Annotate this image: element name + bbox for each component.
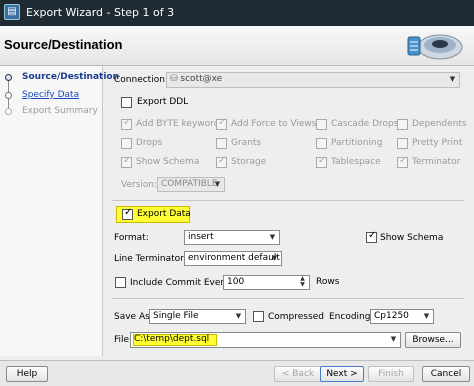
chevron-down-icon: ▼: [269, 233, 276, 241]
line-terminator-select[interactable]: environment default ▼: [184, 251, 282, 266]
nav-step-export-summary: Export Summary: [22, 106, 98, 116]
nav-step-source-destination[interactable]: Source/Destination: [22, 72, 119, 82]
export-data-checkbox[interactable]: ✓: [122, 207, 133, 220]
app-icon: ▤: [4, 4, 20, 20]
pretty-print-label: Pretty Print: [412, 138, 463, 148]
add-byte-keyword-checkbox[interactable]: ✓: [121, 117, 132, 130]
version-label: Version:: [121, 180, 158, 190]
terminator-checkbox[interactable]: ✓: [397, 155, 408, 168]
spinner-arrows-icon: ▲ ▼: [300, 275, 305, 288]
storage-checkbox[interactable]: ✓: [216, 155, 227, 168]
section-divider: [112, 200, 464, 201]
page-title: Source/Destination: [4, 37, 123, 52]
back-button[interactable]: < Back: [274, 366, 322, 382]
encoding-label: Encoding:: [329, 312, 374, 322]
export-data-label: Export Data: [137, 209, 191, 219]
format-value: insert: [188, 232, 214, 242]
include-commit-label: Include Commit Every: [130, 278, 230, 288]
ddl-show-schema-label: Show Schema: [136, 157, 200, 167]
nav-step-specify-data[interactable]: Specify Data: [22, 90, 79, 100]
data-show-schema-checkbox[interactable]: ✓: [366, 230, 377, 243]
data-show-schema-label: Show Schema: [380, 233, 444, 243]
format-label: Format:: [114, 233, 149, 243]
title-bar: ▤ Export Wizard - Step 1 of 3: [0, 0, 474, 26]
cascade-drops-checkbox[interactable]: [316, 119, 327, 130]
compressed-label: Compressed: [268, 312, 324, 322]
connection-select[interactable]: ⛁ scott@xe ▼: [166, 72, 460, 88]
commit-rows-spinner[interactable]: 100 ▲ ▼: [223, 275, 310, 290]
wizard-header: Source/Destination: [0, 26, 474, 66]
database-export-graphic-icon: [407, 34, 463, 60]
cancel-button[interactable]: Cancel: [422, 366, 470, 382]
commit-rows-value: 100: [227, 277, 245, 287]
chevron-down-icon: ▼: [449, 75, 456, 83]
connection-value: scott@xe: [180, 74, 223, 84]
help-button[interactable]: Help: [6, 366, 48, 382]
chevron-down-icon: ▼: [390, 335, 397, 343]
pretty-print-checkbox[interactable]: [397, 138, 408, 149]
chevron-down-icon: ▼: [214, 180, 221, 188]
grants-checkbox[interactable]: [216, 138, 227, 149]
rows-label: Rows: [316, 277, 340, 287]
next-button[interactable]: Next >: [320, 366, 364, 382]
add-byte-keyword-label: Add BYTE keyword: [136, 119, 220, 129]
drops-checkbox[interactable]: [121, 138, 132, 149]
window-title: Export Wizard - Step 1 of 3: [26, 6, 175, 19]
drops-label: Drops: [136, 138, 163, 148]
terminator-label: Terminator: [412, 157, 461, 167]
step-bullet-icon: [5, 92, 12, 99]
save-as-label: Save As: [114, 312, 150, 322]
dependents-checkbox[interactable]: [397, 119, 408, 130]
browse-button[interactable]: Browse...: [405, 332, 461, 348]
save-as-select[interactable]: Single File ▼: [149, 309, 246, 324]
section-divider: [112, 298, 464, 299]
save-as-value: Single File: [153, 311, 199, 321]
partitioning-checkbox[interactable]: [316, 138, 327, 149]
chevron-down-icon: ▼: [235, 312, 242, 320]
cascade-drops-label: Cascade Drops: [331, 119, 399, 129]
include-commit-checkbox[interactable]: [115, 277, 126, 288]
wizard-footer: Help < Back Next > Finish Cancel: [0, 360, 474, 386]
file-path-input[interactable]: C:\temp\dept.sql ▼: [130, 332, 401, 348]
grants-label: Grants: [231, 138, 262, 148]
chevron-down-icon: ▼: [423, 312, 430, 320]
ddl-show-schema-checkbox[interactable]: ✓: [121, 155, 132, 168]
step-current-icon: [5, 74, 12, 81]
version-value: COMPATIBLE: [161, 179, 218, 189]
chevron-down-icon: ▼: [271, 254, 278, 262]
line-terminator-label: Line Terminator:: [114, 254, 187, 264]
finish-button[interactable]: Finish: [368, 366, 414, 382]
connection-db-icon: ⛁: [170, 74, 178, 84]
add-force-to-views-checkbox[interactable]: ✓: [216, 117, 227, 130]
storage-label: Storage: [231, 157, 267, 167]
compressed-checkbox[interactable]: [253, 311, 264, 322]
tablespace-label: Tablespace: [331, 157, 381, 167]
tablespace-checkbox[interactable]: ✓: [316, 155, 327, 168]
connection-label: Connection:: [114, 75, 168, 85]
dependents-label: Dependents: [412, 119, 467, 129]
line-terminator-value: environment default: [188, 253, 280, 263]
file-path-value: C:\temp\dept.sql: [134, 334, 210, 344]
encoding-select[interactable]: Cp1250 ▼: [370, 309, 434, 324]
add-force-to-views-label: Add Force to Views: [231, 119, 317, 129]
wizard-steps-nav: Source/Destination Specify Data Export S…: [0, 66, 119, 356]
partitioning-label: Partitioning: [331, 138, 383, 148]
export-ddl-label: Export DDL: [137, 97, 189, 107]
export-ddl-checkbox[interactable]: [121, 97, 132, 108]
format-select[interactable]: insert ▼: [184, 230, 280, 245]
encoding-value: Cp1250: [374, 311, 409, 321]
version-select[interactable]: COMPATIBLE ▼: [157, 177, 225, 192]
step-bullet-icon: [5, 108, 12, 115]
